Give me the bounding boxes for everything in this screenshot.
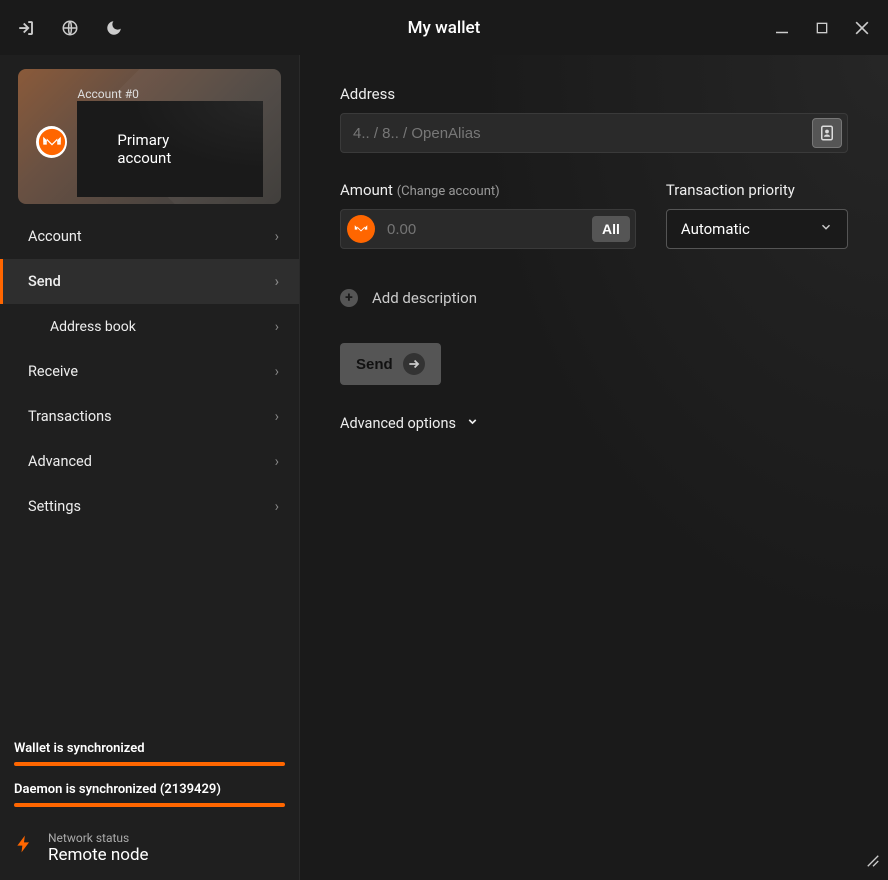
account-number: Account #0 <box>77 87 263 101</box>
maximize-icon[interactable] <box>812 18 832 38</box>
nav-account-label: Account <box>28 228 82 245</box>
account-card[interactable]: Account #0 Primary account XMR 0.0000000… <box>18 69 281 204</box>
logout-icon[interactable] <box>16 18 36 38</box>
monero-logo-icon <box>36 126 67 158</box>
nav-account[interactable]: Account › <box>0 214 299 259</box>
priority-value: Automatic <box>681 220 750 238</box>
nav-advanced-label: Advanced <box>28 453 92 470</box>
chevron-down-icon <box>466 415 479 432</box>
window-title: My wallet <box>0 18 888 38</box>
add-description-label: Add description <box>372 289 477 307</box>
amount-label: Amount (Change account) <box>340 181 636 199</box>
network-status[interactable]: Network status Remote node <box>0 829 299 880</box>
nav-advanced[interactable]: Advanced › <box>0 439 299 484</box>
chevron-right-icon: › <box>275 453 279 470</box>
chevron-right-icon: › <box>275 498 279 515</box>
bolt-icon <box>14 829 34 866</box>
wallet-sync-bar <box>14 762 285 766</box>
chevron-right-icon: › <box>275 408 279 425</box>
priority-label: Transaction priority <box>666 181 848 199</box>
add-description-button[interactable]: + Add description <box>340 289 848 307</box>
advanced-options-toggle[interactable]: Advanced options <box>340 415 848 432</box>
change-account-link[interactable]: (Change account) <box>397 184 500 199</box>
daemon-sync-bar <box>14 803 285 807</box>
main-panel: Address Amount (Change account) All <box>300 55 888 880</box>
address-input-row <box>340 113 848 153</box>
chevron-right-icon: › <box>275 363 279 380</box>
nav-transactions-label: Transactions <box>28 408 112 425</box>
sidebar: Account #0 Primary account XMR 0.0000000… <box>0 55 300 880</box>
nav-receive[interactable]: Receive › <box>0 349 299 394</box>
nav-address-book-label: Address book <box>50 319 136 335</box>
network-status-label: Network status <box>48 831 149 845</box>
send-button-label: Send <box>356 356 393 373</box>
address-book-button[interactable] <box>812 118 842 148</box>
arrow-right-circle-icon <box>403 353 425 375</box>
address-input[interactable] <box>341 125 812 142</box>
chevron-down-icon <box>819 220 833 238</box>
sidebar-nav: Account › Send › Address book › Receive … <box>0 214 299 529</box>
chevron-right-icon: › <box>275 228 279 245</box>
chevron-right-icon: › <box>275 273 279 290</box>
all-button[interactable]: All <box>592 216 630 242</box>
chevron-right-icon: › <box>275 319 279 335</box>
titlebar: My wallet <box>0 0 888 55</box>
wallet-sync-label: Wallet is synchronized <box>14 741 285 756</box>
close-icon[interactable] <box>852 18 872 38</box>
amount-input-row: All <box>340 209 636 249</box>
moon-icon[interactable] <box>104 18 124 38</box>
nav-address-book[interactable]: Address book › <box>0 304 299 349</box>
resize-handle-icon[interactable] <box>866 854 880 872</box>
nav-receive-label: Receive <box>28 363 78 380</box>
network-status-value: Remote node <box>48 845 149 865</box>
nav-transactions[interactable]: Transactions › <box>0 394 299 439</box>
amount-label-text: Amount <box>340 181 393 199</box>
advanced-options-label: Advanced options <box>340 415 456 432</box>
send-button[interactable]: Send <box>340 343 441 385</box>
address-label: Address <box>340 85 848 103</box>
xmr-icon <box>347 215 375 243</box>
nav-settings[interactable]: Settings › <box>0 484 299 529</box>
nav-send[interactable]: Send › <box>0 259 299 304</box>
nav-settings-label: Settings <box>28 498 81 515</box>
priority-select[interactable]: Automatic <box>666 209 848 249</box>
daemon-sync-label: Daemon is synchronized (2139429) <box>14 782 285 797</box>
globe-icon[interactable] <box>60 18 80 38</box>
plus-circle-icon: + <box>340 289 358 307</box>
amount-input[interactable] <box>381 221 592 238</box>
account-name: Primary account <box>77 101 263 197</box>
nav-send-label: Send <box>28 273 61 290</box>
sync-status: Wallet is synchronized Daemon is synchro… <box>0 741 299 829</box>
minimize-icon[interactable] <box>772 18 792 38</box>
